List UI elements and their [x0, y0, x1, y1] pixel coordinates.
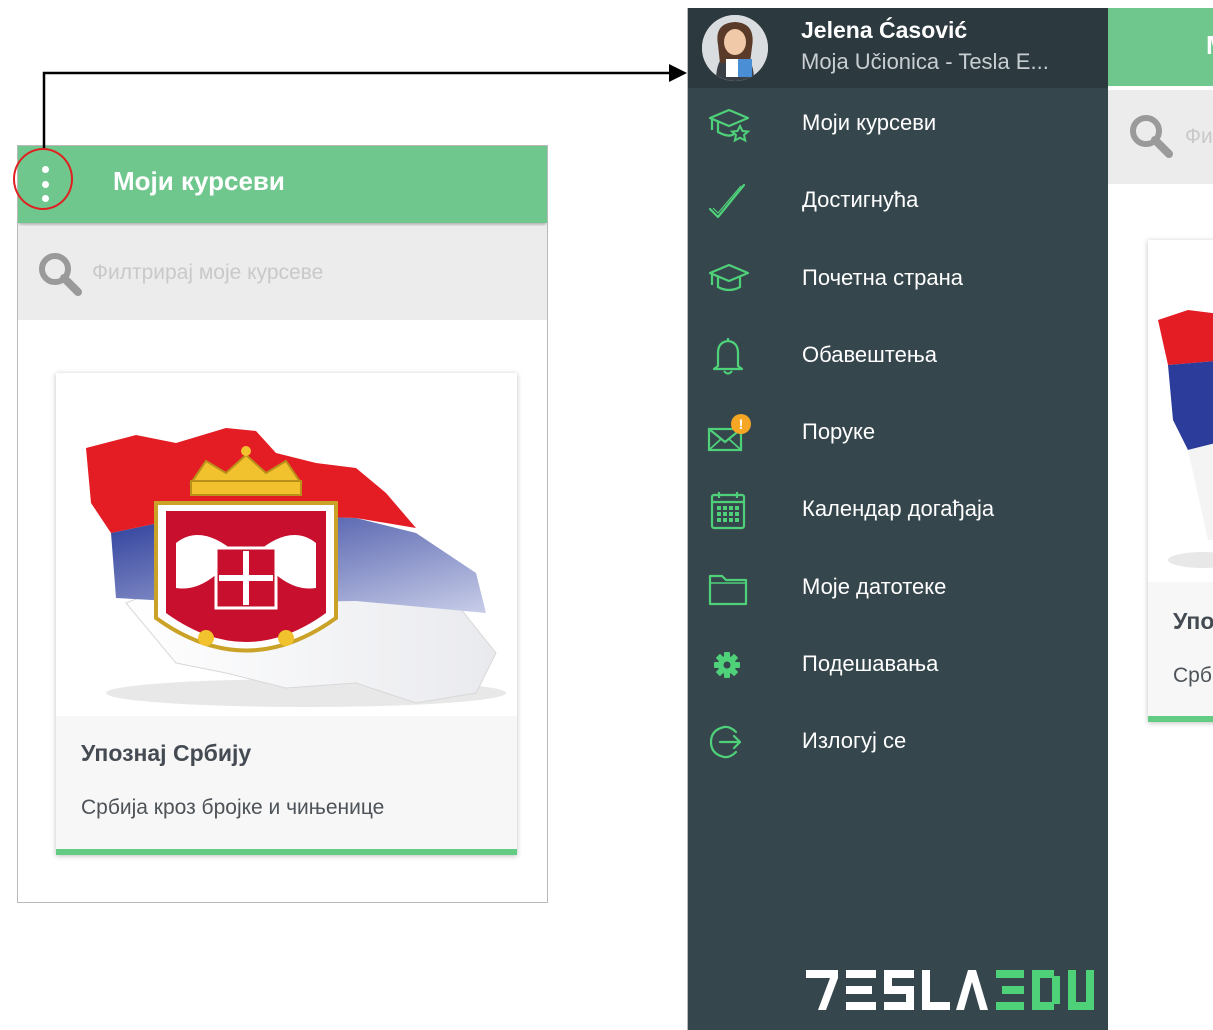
- background-search-fragment: Фи: [1185, 125, 1213, 148]
- menu-item-logout[interactable]: Излогуј се: [688, 704, 1108, 781]
- graduation-cap-icon: [708, 263, 750, 291]
- menu-item-settings[interactable]: Подешавања: [688, 627, 1108, 704]
- menu-item-label: Почетна страна: [802, 264, 964, 290]
- background-search-bar: Фи: [1108, 90, 1213, 184]
- menu-item-label: Достигнућа: [802, 187, 919, 213]
- bell-icon: [712, 337, 744, 375]
- menu-item-messages[interactable]: ! Поруке: [688, 395, 1108, 472]
- graduation-star-icon: [708, 108, 751, 143]
- menu-item-label: Излогуј се: [802, 728, 907, 754]
- background-progress-bar: [1148, 716, 1213, 722]
- background-course-image: [1158, 310, 1213, 568]
- search-input[interactable]: Филтрирај моје курсеве: [92, 261, 323, 285]
- course-title[interactable]: Упознај Србију: [81, 740, 251, 767]
- course-subtitle: Србија кроз бројке и чињенице: [81, 796, 385, 819]
- course-card[interactable]: Упознај Србију Србија кроз бројке и чиње…: [56, 373, 517, 855]
- calendar-icon: [710, 492, 746, 530]
- gear-icon: [714, 652, 740, 679]
- menu-item-notifications[interactable]: Обавештења: [688, 318, 1108, 395]
- checkmark-icon: [708, 184, 746, 219]
- drawer-menu: Моји курсеви Достигнућа Почетна страна О…: [688, 86, 1108, 782]
- menu-item-achievements[interactable]: Достигнућа: [688, 163, 1108, 240]
- course-image: [56, 373, 517, 716]
- mail-alert-icon: !: [707, 414, 751, 452]
- user-name: Jelena Ćasović: [801, 17, 968, 43]
- background-title-fragment: М: [1206, 30, 1213, 61]
- menu-item-calendar[interactable]: Календар догађаја: [688, 472, 1108, 549]
- menu-item-label: Поруке: [802, 419, 876, 445]
- search-bar[interactable]: Филтрирај моје курсеве: [18, 226, 547, 320]
- menu-item-label: Моје датотеке: [802, 573, 947, 599]
- folder-icon: [708, 574, 748, 605]
- background-card-footer: Упо Срб: [1148, 582, 1213, 716]
- navigation-drawer: Jelena Ćasović Moja Učionica - Tesla E..…: [688, 8, 1108, 1030]
- menu-item-label: Обавештења: [802, 341, 937, 367]
- avatar[interactable]: [702, 15, 768, 81]
- left-phone-screen: Моји курсеви Филтрирај моје курсеве Упоз…: [17, 145, 548, 903]
- menu-item-home[interactable]: Почетна страна: [688, 241, 1108, 318]
- message-badge: !: [739, 416, 744, 432]
- menu-item-my-files[interactable]: Моје датотеке: [688, 550, 1108, 627]
- logout-icon: [709, 726, 742, 759]
- search-icon: [1130, 115, 1173, 158]
- background-app-bar: [1108, 8, 1213, 86]
- menu-item-label: Подешавања: [802, 651, 939, 677]
- background-course-card: Упо Срб: [1148, 240, 1213, 722]
- connector-arrow: [42, 64, 687, 148]
- course-progress-bar: [56, 849, 517, 855]
- drawer-header[interactable]: Jelena Ćasović Moja Učionica - Tesla E..…: [688, 8, 1108, 88]
- background-course-subtitle-fragment: Срб: [1173, 664, 1212, 687]
- search-icon: [39, 253, 82, 296]
- menu-item-label: Моји курсеви: [802, 110, 937, 135]
- background-course-title-fragment: Упо: [1173, 608, 1213, 634]
- menu-item-label: Календар догађаја: [802, 496, 995, 522]
- user-school: Moja Učionica - Tesla E...: [801, 49, 1049, 74]
- right-phone-screen: М Фи Упо Срб: [687, 8, 1213, 1030]
- menu-item-my-courses[interactable]: Моји курсеви: [688, 86, 1108, 163]
- teslaedu-logo: [806, 970, 1094, 1010]
- course-card-footer: Упознај Србију Србија кроз бројке и чиње…: [56, 716, 517, 849]
